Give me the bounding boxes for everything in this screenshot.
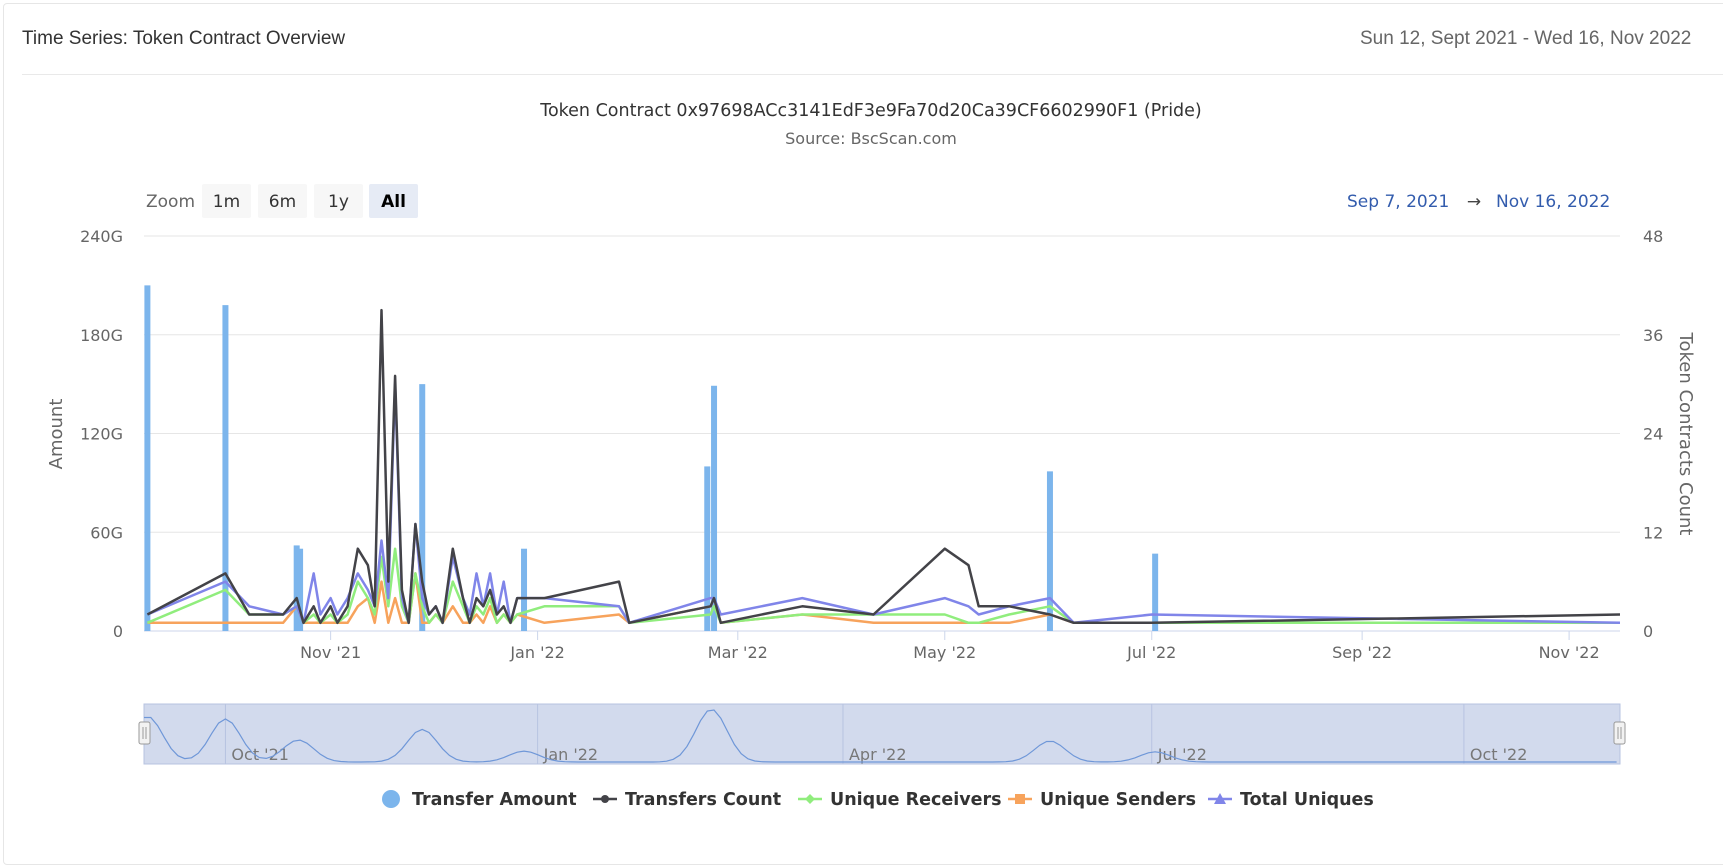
- navigator-label: Oct '22: [1470, 745, 1528, 764]
- navigator[interactable]: Oct '21 Jan '22 Apr '22 Jul '22 Oct '22: [138, 703, 1626, 765]
- y-tick-label: 0: [113, 622, 123, 641]
- zoom-1m-button[interactable]: 1m: [202, 184, 251, 218]
- legend-symbol-unique-receivers: [805, 794, 815, 804]
- y-tick-label: 120G: [80, 425, 123, 444]
- legend-label-total-uniques: Total Uniques: [1240, 790, 1374, 810]
- range-arrow: →: [1467, 192, 1481, 212]
- zoom-6m-button[interactable]: 6m: [258, 184, 307, 218]
- legend-item-unique-senders[interactable]: Unique Senders: [1008, 790, 1196, 810]
- x-axis-labels: Nov '21 Jan '22 Mar '22 May '22 Jul '22 Sep '…: [300, 631, 1600, 662]
- y2-tick-label: 36: [1643, 326, 1663, 345]
- y2-tick-label: 48: [1643, 227, 1663, 246]
- legend-symbol-transfer-amount: [382, 790, 400, 808]
- legend-item-unique-receivers[interactable]: Unique Receivers: [798, 790, 1002, 810]
- transfer-amount-bar[interactable]: [1152, 553, 1159, 631]
- zoom-6m-label: 6m: [269, 192, 296, 212]
- legend-item-transfer-amount[interactable]: Transfer Amount: [382, 790, 577, 810]
- navigator-label: Jan '22: [543, 745, 599, 764]
- zoom-1y-button[interactable]: 1y: [314, 184, 363, 218]
- x-tick-label: Nov '21: [300, 643, 361, 662]
- legend-symbol-transfers-count: [601, 795, 609, 803]
- x-tick-label: Sep '22: [1332, 643, 1392, 662]
- zoom-1m-label: 1m: [213, 192, 240, 212]
- y2-tick-label: 0: [1643, 622, 1653, 641]
- zoom-label: Zoom: [146, 192, 195, 212]
- zoom-all-button[interactable]: All: [369, 184, 418, 218]
- legend-label-transfer-amount: Transfer Amount: [412, 790, 577, 810]
- legend-item-total-uniques[interactable]: Total Uniques: [1208, 790, 1374, 810]
- legend-label-unique-receivers: Unique Receivers: [830, 790, 1002, 810]
- x-tick-label: Jan '22: [509, 643, 565, 662]
- legend: Transfer Amount Transfers Count Unique R…: [382, 790, 1374, 810]
- legend-label-transfers-count: Transfers Count: [625, 790, 781, 810]
- transfer-amount-bar[interactable]: [711, 385, 718, 631]
- zoom-all-label: All: [381, 192, 406, 212]
- x-tick-label: Mar '22: [708, 643, 768, 662]
- range-to[interactable]: Nov 16, 2022: [1496, 192, 1610, 212]
- y-tick-label: 180G: [80, 326, 123, 345]
- navigator-label: Apr '22: [849, 745, 907, 764]
- plot-area[interactable]: [144, 285, 1621, 631]
- y-tick-label: 240G: [80, 227, 123, 246]
- transfer-amount-bar[interactable]: [521, 548, 528, 631]
- range-selector: Zoom 1m 6m 1y All Sep 7, 2021 → Nov 16, …: [146, 184, 1610, 218]
- x-tick-label: Nov '22: [1539, 643, 1600, 662]
- x-tick-label: Jul '22: [1126, 643, 1176, 662]
- transfers-count-line[interactable]: [146, 308, 1621, 625]
- navigator-label: Oct '21: [231, 745, 289, 764]
- y-axis-labels: 0 60G 120G 180G 240G: [80, 227, 123, 641]
- grid-lines: [144, 235, 1620, 632]
- zoom-1y-label: 1y: [328, 192, 349, 212]
- chart-title: Token Contract 0x97698ACc3141EdF3e9Fa70d…: [539, 101, 1202, 121]
- y-tick-label: 60G: [90, 523, 123, 542]
- navigator-label: Jul '22: [1157, 745, 1207, 764]
- total-uniques-line[interactable]: [146, 382, 1621, 625]
- chart-svg: Token Contract 0x97698ACc3141EdF3e9Fa70d…: [46, 101, 1696, 810]
- y-axis-title: Amount: [46, 399, 67, 470]
- transfer-amount-bar[interactable]: [144, 285, 151, 631]
- chart-subtitle: Source: BscScan.com: [785, 129, 957, 148]
- y2-axis-title: Token Contracts Count: [1675, 332, 1696, 536]
- navigator-right-handle[interactable]: [1613, 721, 1626, 745]
- x-tick-label: May '22: [913, 643, 976, 662]
- y2-tick-label: 24: [1643, 425, 1663, 444]
- range-from[interactable]: Sep 7, 2021: [1347, 192, 1449, 212]
- legend-item-transfers-count[interactable]: Transfers Count: [593, 790, 781, 810]
- legend-label-unique-senders: Unique Senders: [1040, 790, 1196, 810]
- legend-symbol-unique-senders: [1015, 794, 1025, 804]
- y2-axis-labels: 0 12 24 36 48: [1643, 227, 1663, 641]
- y2-tick-label: 12: [1643, 523, 1663, 542]
- navigator-left-handle[interactable]: [138, 721, 151, 745]
